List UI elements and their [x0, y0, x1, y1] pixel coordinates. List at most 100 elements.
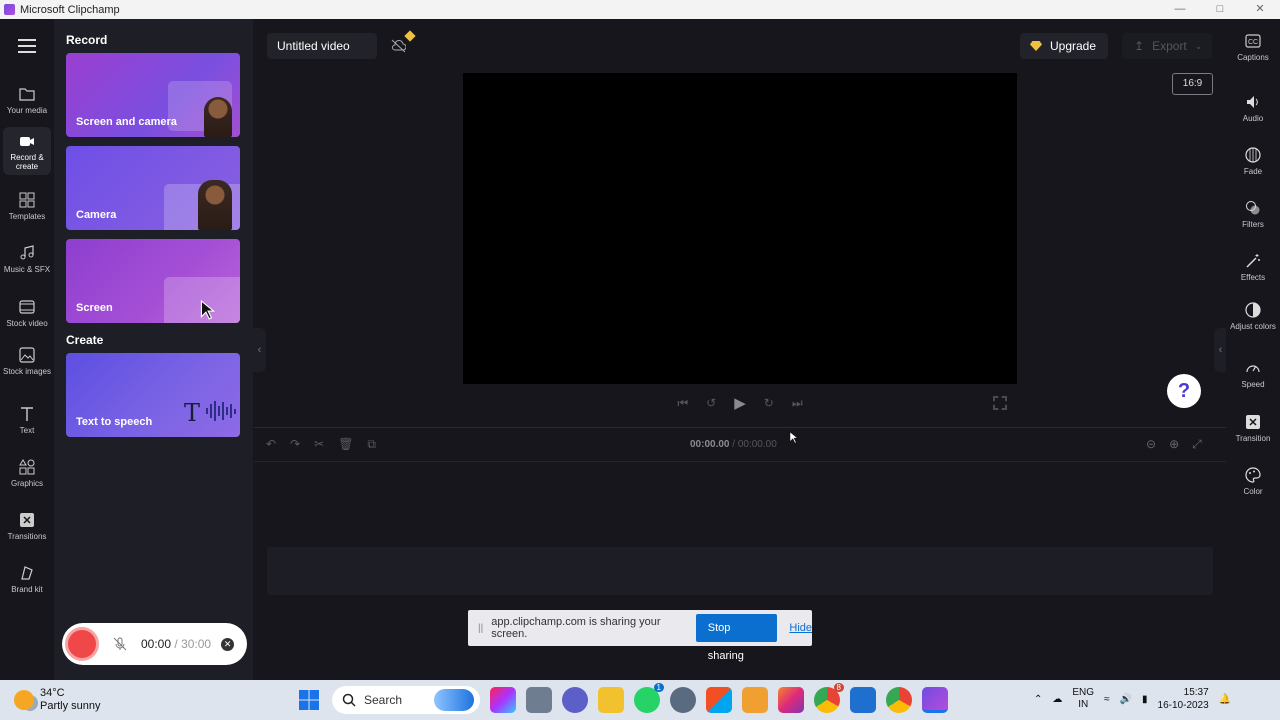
- chrome-profile-icon[interactable]: [886, 687, 912, 713]
- prop-label: Effects: [1240, 273, 1266, 282]
- upgrade-button[interactable]: Upgrade: [1020, 33, 1108, 59]
- contrast-icon: [1245, 302, 1261, 318]
- clock-date: 16-10-2023: [1157, 700, 1209, 711]
- help-button[interactable]: ?: [1167, 374, 1201, 408]
- trash-icon[interactable]: 🗑: [338, 437, 353, 452]
- input-language[interactable]: ENG IN: [1072, 687, 1094, 711]
- scissors-icon[interactable]: ✂: [314, 437, 324, 452]
- text-to-speech-card[interactable]: T Text to speech: [66, 353, 240, 437]
- language-code: ENG: [1072, 687, 1095, 698]
- prop-speed[interactable]: Speed: [1226, 360, 1280, 389]
- skip-to-start-icon[interactable]: ⏮: [677, 396, 688, 411]
- timeline-track[interactable]: [267, 547, 1213, 595]
- mic-muted-icon[interactable]: [113, 637, 127, 651]
- skip-to-end-icon[interactable]: ⏭: [792, 396, 803, 411]
- nav-record-create[interactable]: Record & create: [3, 127, 51, 175]
- file-explorer-icon[interactable]: [598, 687, 624, 713]
- card-label: Screen and camera: [76, 116, 177, 128]
- cloud-sync-off-icon[interactable]: [391, 39, 406, 53]
- play-icon[interactable]: ▶: [734, 394, 746, 412]
- zoom-in-icon[interactable]: ⊕: [1169, 437, 1179, 452]
- clock-time: 15:37: [1183, 687, 1209, 698]
- task-view-icon[interactable]: [526, 687, 552, 713]
- settings-gear-icon[interactable]: [670, 687, 696, 713]
- chevron-up-icon[interactable]: ⌃: [1034, 694, 1042, 705]
- maximize-button[interactable]: □: [1200, 0, 1240, 19]
- zoom-out-icon[interactable]: ⊝: [1146, 437, 1156, 452]
- minimize-button[interactable]: —: [1160, 0, 1200, 19]
- whatsapp-icon[interactable]: 1: [634, 683, 664, 713]
- copilot-icon[interactable]: [490, 687, 516, 713]
- nav-brand-kit[interactable]: Brand kit: [0, 565, 54, 594]
- chrome-icon[interactable]: 8: [814, 683, 844, 713]
- project-title-input[interactable]: Untitled video: [267, 33, 377, 59]
- close-recorder-icon[interactable]: ✕: [221, 637, 235, 651]
- redo-icon[interactable]: ↷: [290, 437, 300, 452]
- nav-label: Your media: [6, 106, 48, 115]
- speaker-icon: [1247, 96, 1258, 108]
- vscode-icon[interactable]: [850, 687, 876, 713]
- wifi-icon[interactable]: ≈: [1104, 694, 1110, 705]
- record-button[interactable]: [65, 627, 99, 661]
- prop-transition[interactable]: Transition: [1226, 414, 1280, 443]
- svg-text:CC: CC: [1248, 39, 1258, 46]
- hide-link[interactable]: Hide: [789, 622, 812, 634]
- brand-kit-icon: [21, 566, 33, 580]
- prop-adjust-colors[interactable]: Adjust colors: [1226, 302, 1280, 331]
- presenter-photo: [198, 180, 232, 230]
- aspect-ratio-button[interactable]: 16:9: [1172, 73, 1213, 95]
- teams-chat-icon[interactable]: [562, 687, 588, 713]
- undo-icon[interactable]: ↶: [266, 437, 276, 452]
- nav-templates[interactable]: Templates: [0, 192, 54, 221]
- camera-card[interactable]: Camera: [66, 146, 240, 230]
- video-preview-canvas[interactable]: [463, 73, 1017, 384]
- screen-and-camera-card[interactable]: Screen and camera: [66, 53, 240, 137]
- clipchamp-app-icon: [4, 4, 15, 15]
- prop-filters[interactable]: Filters: [1226, 200, 1280, 229]
- close-window-button[interactable]: ✕: [1240, 0, 1280, 19]
- prop-label: Filters: [1242, 220, 1264, 229]
- text-icon: [21, 407, 33, 421]
- weather-widget[interactable]: 34°C Partly sunny: [14, 687, 101, 713]
- nav-stock-video[interactable]: Stock video: [0, 299, 54, 328]
- volume-icon[interactable]: 🔊: [1120, 694, 1132, 705]
- menu-hamburger-icon[interactable]: [18, 39, 36, 53]
- nav-graphics[interactable]: Graphics: [0, 459, 54, 488]
- nav-your-media[interactable]: Your media: [0, 86, 54, 115]
- export-button[interactable]: ↥ Export ⌄: [1122, 33, 1212, 59]
- fullscreen-icon[interactable]: [993, 396, 1007, 410]
- instagram-icon[interactable]: [778, 687, 804, 713]
- prop-color[interactable]: Color: [1226, 467, 1280, 496]
- battery-icon[interactable]: ▮: [1142, 694, 1148, 705]
- rewind-icon[interactable]: ↺: [706, 396, 716, 410]
- nav-label: Stock images: [2, 367, 52, 376]
- prop-effects[interactable]: Effects: [1226, 253, 1280, 282]
- nav-stock-images[interactable]: Stock images: [0, 347, 54, 376]
- window-title: Microsoft Clipchamp: [20, 3, 120, 16]
- notification-bell-icon[interactable]: 🔔: [1219, 694, 1231, 705]
- onedrive-icon[interactable]: ☁: [1052, 694, 1062, 705]
- search-label: Search: [364, 693, 403, 707]
- clock[interactable]: 15:37 16-10-2023: [1158, 686, 1209, 712]
- drag-handle-icon[interactable]: ||: [478, 623, 483, 634]
- prop-captions[interactable]: CC Captions: [1226, 33, 1280, 62]
- weather-condition: Partly sunny: [40, 700, 101, 712]
- prop-fade[interactable]: Fade: [1226, 147, 1280, 176]
- timeline-toolbar: ↶ ↷ ✂ 🗑 ⧉: [266, 437, 376, 452]
- nav-transitions[interactable]: Transitions: [0, 512, 54, 541]
- medal-app-icon[interactable]: [742, 687, 768, 713]
- forward-icon[interactable]: ↻: [764, 396, 774, 410]
- nav-music-sfx[interactable]: Music & SFX: [0, 245, 54, 274]
- fit-timeline-icon[interactable]: ⤢: [1192, 437, 1202, 452]
- taskbar-search[interactable]: Search: [332, 686, 480, 714]
- windows-start-icon[interactable]: [296, 687, 322, 713]
- collapse-panel-chevron-icon[interactable]: ‹: [253, 328, 266, 372]
- weather-text: 34°C Partly sunny: [40, 687, 101, 713]
- microsoft-store-icon[interactable]: [706, 687, 732, 713]
- stop-sharing-button[interactable]: Stop sharing: [695, 614, 778, 662]
- window-titlebar: Microsoft Clipchamp — □ ✕: [0, 0, 1280, 19]
- duplicate-icon[interactable]: ⧉: [367, 437, 376, 452]
- clipchamp-taskbar-icon[interactable]: [922, 687, 948, 713]
- nav-text[interactable]: Text: [0, 406, 54, 435]
- prop-audio[interactable]: Audio: [1226, 94, 1280, 123]
